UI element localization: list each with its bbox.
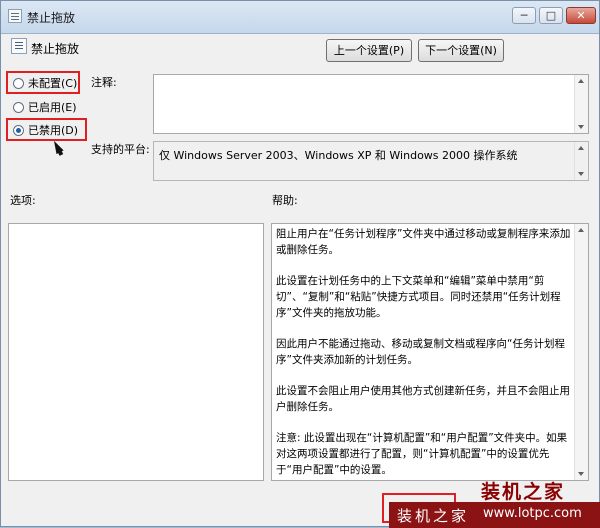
platform-value: 仅 Windows Server 2003、Windows XP 和 Windo… — [159, 149, 518, 162]
radio-enabled[interactable]: 已启用(E) — [13, 98, 77, 116]
radio-circle[interactable] — [13, 101, 24, 113]
comment-scrollbar[interactable] — [574, 75, 588, 133]
help-panel: 阻止用户在“任务计划程序”文件夹中通过移动或复制程序来添加或删除任务。 此设置在… — [271, 223, 589, 481]
scroll-down-icon[interactable] — [578, 472, 584, 476]
radio-disabled[interactable]: 已禁用(D) — [13, 121, 78, 139]
watermark-top-text: 装机之家 — [480, 481, 565, 503]
help-text: 阻止用户在“任务计划程序”文件夹中通过移动或复制程序来添加或删除任务。 此设置在… — [276, 226, 572, 493]
help-scrollbar[interactable] — [574, 224, 588, 480]
setting-icon — [11, 38, 27, 54]
watermark-bar: 装机之家 www.lotpc.com — [389, 502, 600, 528]
help-label: 帮助: — [272, 194, 298, 207]
setting-title: 禁止拖放 — [31, 42, 80, 56]
watermark-url: www.lotpc.com — [483, 506, 582, 521]
comment-label: 注释: — [91, 76, 117, 89]
watermark: 装机之家 装机之家 www.lotpc.com — [389, 481, 600, 528]
maximize-button[interactable]: □ — [539, 7, 563, 24]
close-button[interactable]: ✕ — [566, 7, 596, 24]
radio-label-not-configured: 未配置(C) — [28, 77, 78, 90]
help-paragraph: 此设置在计划任务中的上下文菜单和“编辑”菜单中禁用“剪切”、“复制”和“粘贴”快… — [276, 275, 561, 319]
previous-setting-button[interactable]: 上一个设置(P) — [326, 39, 412, 62]
watermark-left-text: 装机之家 — [397, 507, 470, 525]
scroll-down-icon[interactable] — [578, 125, 584, 129]
help-paragraph: 此设置不会阻止用户使用其他方式创建新任务，并且不会阻止用户删除任务。 — [276, 385, 570, 413]
options-panel — [8, 223, 264, 481]
options-label: 选项: — [10, 194, 36, 207]
scroll-up-icon[interactable] — [578, 79, 584, 83]
radio-circle[interactable] — [13, 77, 24, 89]
policy-dialog-window: 禁止拖放 ─ □ ✕ 禁止拖放 上一个设置(P) 下一个设置(N) 未配置(C)… — [0, 0, 600, 528]
next-setting-button[interactable]: 下一个设置(N) — [418, 39, 504, 62]
platform-scrollbar[interactable] — [574, 142, 588, 180]
radio-circle-selected[interactable] — [13, 124, 24, 136]
scroll-up-icon[interactable] — [578, 146, 584, 150]
window-title: 禁止拖放 — [27, 11, 76, 25]
radio-not-configured[interactable]: 未配置(C) — [13, 74, 77, 92]
scroll-up-icon[interactable] — [578, 228, 584, 232]
comment-textarea[interactable] — [153, 74, 589, 134]
radio-label-enabled: 已启用(E) — [28, 101, 77, 114]
radio-label-disabled: 已禁用(D) — [28, 124, 79, 137]
policy-icon — [8, 9, 22, 23]
scroll-down-icon[interactable] — [578, 172, 584, 176]
help-paragraph: 阻止用户在“任务计划程序”文件夹中通过移动或复制程序来添加或删除任务。 — [276, 228, 571, 256]
help-paragraph: 因此用户不能通过拖动、移动或复制文档或程序向“任务计划程序”文件夹添加新的计划任… — [276, 338, 565, 366]
platform-box: 仅 Windows Server 2003、Windows XP 和 Windo… — [153, 141, 589, 181]
platform-label: 支持的平台: — [91, 143, 150, 156]
help-paragraph: 注意: 此设置出现在“计算机配置”和“用户配置”文件夹中。如果对这两项设置都进行… — [276, 432, 568, 476]
minimize-button[interactable]: ─ — [512, 7, 536, 24]
title-bar[interactable]: 禁止拖放 ─ □ ✕ — [1, 1, 599, 34]
mouse-cursor-icon — [50, 138, 64, 155]
